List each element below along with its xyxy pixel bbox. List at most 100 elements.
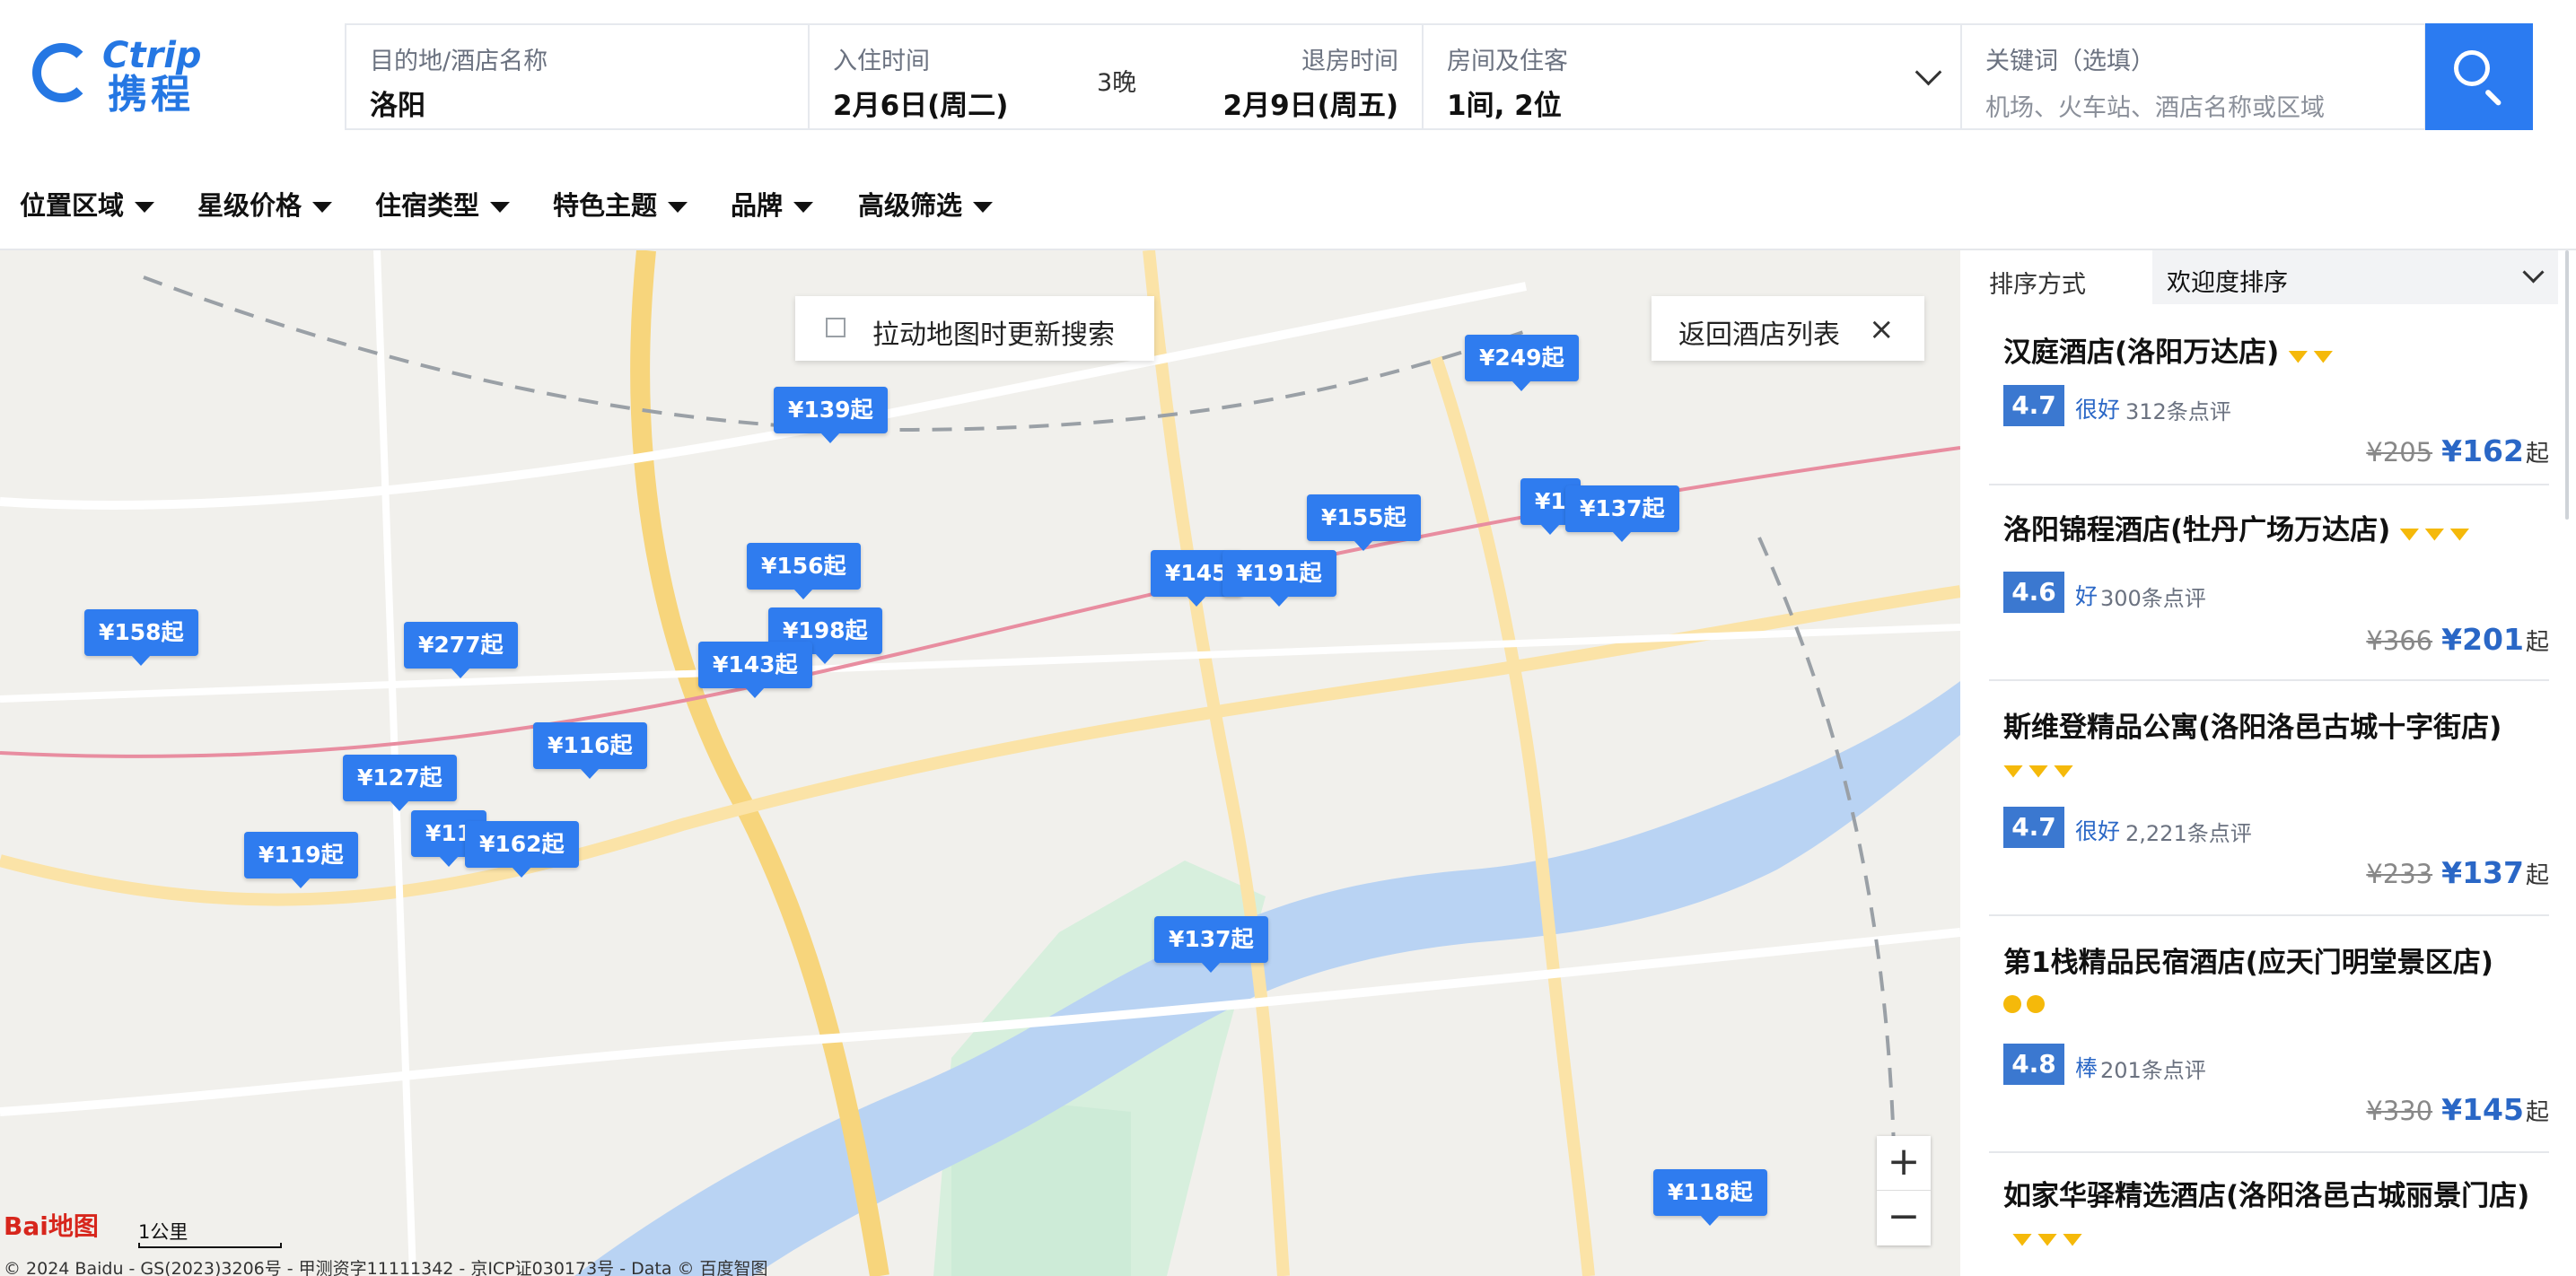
filter-lodging-type[interactable]: 住宿类型: [375, 185, 511, 223]
price-pin[interactable]: ¥139起: [774, 387, 888, 443]
rooms-guests-field[interactable]: 房间及住客 1间, 2位: [1424, 25, 1962, 128]
checkin-value[interactable]: 2月6日(周二): [833, 83, 1008, 123]
score-badge: 4.7: [2003, 385, 2064, 426]
price-pin[interactable]: ¥127起: [343, 755, 457, 811]
map-base: [0, 250, 1960, 1276]
filter-brand[interactable]: 品牌: [731, 185, 814, 223]
review-count[interactable]: 312条点评: [2125, 394, 2231, 425]
caret-down-icon: [793, 202, 814, 213]
caret-down-icon: [668, 202, 688, 213]
caret-down-icon: [135, 202, 155, 213]
price-block: ¥233 ¥137起: [2366, 855, 2549, 890]
top-bar: Ctrip 携程 目的地/酒店名称 洛阳 入住时间 2月6日(周二) 3晚 退房…: [0, 0, 2576, 158]
sort-select[interactable]: 欢迎度排序: [2152, 250, 2558, 304]
search-form: 目的地/酒店名称 洛阳 入住时间 2月6日(周二) 3晚 退房时间 2月9日(周…: [345, 23, 2426, 130]
grade-text: 棒: [2075, 1055, 2098, 1081]
score-badge: 4.7: [2003, 807, 2064, 848]
hotel-name[interactable]: 如家华驿精选酒店(洛阳洛邑古城丽景门店): [2003, 1176, 2542, 1257]
date-range-field[interactable]: 入住时间 2月6日(周二) 3晚 退房时间 2月9日(周五): [810, 25, 1424, 128]
destination-field[interactable]: 目的地/酒店名称 洛阳: [346, 25, 810, 128]
chevron-down-icon[interactable]: [1914, 58, 1942, 86]
price-pin[interactable]: ¥143起: [698, 642, 812, 698]
price-pin[interactable]: ¥155起: [1307, 494, 1421, 551]
destination-label: 目的地/酒店名称: [370, 48, 548, 75]
filter-star-price[interactable]: 星级价格: [197, 185, 333, 223]
hotel-name[interactable]: 第1栈精品民宿酒店(应天门明堂景区店): [2003, 943, 2542, 1024]
zoom-control: + −: [1877, 1136, 1931, 1245]
price-pin[interactable]: ¥119起: [244, 832, 358, 888]
back-to-list-label: 返回酒店列表: [1678, 319, 1840, 351]
price-block: ¥330 ¥145起: [2366, 1092, 2549, 1127]
review-count[interactable]: 300条点评: [2100, 581, 2206, 612]
diamond-rating-icon: [2003, 749, 2079, 789]
close-icon[interactable]: ×: [1869, 314, 1895, 345]
price-pin[interactable]: ¥191起: [1222, 550, 1336, 607]
grade-text: 很好: [2075, 818, 2121, 844]
hotel-name[interactable]: 斯维登精品公寓(洛阳洛邑古城十字街店): [2003, 708, 2542, 789]
price-pin[interactable]: ¥249起: [1465, 335, 1579, 391]
diamond-rating-icon: [2399, 512, 2475, 552]
caret-down-icon: [973, 202, 994, 213]
filter-location[interactable]: 位置区域: [20, 185, 155, 223]
grade-text: 好: [2075, 583, 2098, 609]
price-pin[interactable]: ¥277起: [404, 622, 518, 678]
zoom-in-button[interactable]: +: [1877, 1136, 1931, 1191]
keyword-field[interactable]: 关键词（选填） 机场、火车站、酒店名称或区域: [1962, 25, 2426, 128]
filter-advanced[interactable]: 高级筛选: [858, 185, 994, 223]
caret-down-icon: [490, 202, 511, 213]
logo-cn: 携程: [108, 72, 194, 118]
dot-rating-icon: [2003, 984, 2050, 1024]
price-pin[interactable]: ¥158起: [84, 609, 198, 666]
search-icon: [2454, 50, 2490, 86]
diamond-rating-icon: [2012, 1218, 2088, 1257]
hotel-card[interactable]: 如家华驿精选酒店(洛阳洛邑古城丽景门店): [1989, 1153, 2549, 1276]
score-badge: 4.8: [2003, 1044, 2064, 1085]
rooms-label: 房间及住客: [1447, 48, 1568, 75]
hotel-list-panel: 排序方式 欢迎度排序 汉庭酒店(洛阳万达店) 4.7 很好 312条点评 ¥20…: [1960, 250, 2576, 1276]
filter-theme[interactable]: 特色主题: [553, 185, 688, 223]
sort-value: 欢迎度排序: [2167, 269, 2288, 297]
logo-en: Ctrip: [102, 35, 202, 76]
current-price: ¥162: [2441, 433, 2524, 468]
toggle-label: 拉动地图时更新搜索: [872, 319, 1115, 351]
score-badge: 4.6: [2003, 572, 2064, 613]
checkbox[interactable]: [826, 318, 846, 337]
ctrip-logo[interactable]: Ctrip 携程: [32, 36, 221, 117]
review-count[interactable]: 201条点评: [2100, 1053, 2206, 1084]
hotel-name[interactable]: 汉庭酒店(洛阳万达店): [2003, 333, 2542, 374]
update-on-drag-toggle[interactable]: 拉动地图时更新搜索: [795, 296, 1154, 361]
search-button[interactable]: [2425, 23, 2533, 130]
hotel-card[interactable]: 斯维登精品公寓(洛阳洛邑古城十字街店) 4.7 很好 2,221条点评 ¥233…: [1989, 681, 2549, 916]
checkin-label: 入住时间: [833, 48, 930, 75]
keyword-input[interactable]: 机场、火车站、酒店名称或区域: [1985, 88, 2325, 123]
price-pin[interactable]: ¥162起: [465, 821, 579, 878]
checkout-label: 退房时间: [1301, 48, 1398, 75]
review-count[interactable]: 2,221条点评: [2125, 816, 2252, 847]
sort-label: 排序方式: [1989, 271, 2086, 299]
caret-down-icon: [312, 202, 333, 213]
back-to-list-button[interactable]: 返回酒店列表 ×: [1652, 296, 1924, 361]
price-pin[interactable]: ¥137起: [1154, 916, 1268, 973]
price-pin[interactable]: ¥137起: [1565, 485, 1679, 542]
price-pin[interactable]: ¥156起: [747, 543, 861, 599]
hotel-card[interactable]: 第1栈精品民宿酒店(应天门明堂景区店) 4.8 棒 201条点评 ¥330 ¥14…: [1989, 916, 2549, 1153]
map-scale-bar: [138, 1243, 282, 1248]
list-scrollbar[interactable]: [2565, 250, 2569, 520]
grade-text: 很好: [2075, 397, 2121, 423]
price-pin[interactable]: ¥118起: [1653, 1169, 1767, 1226]
zoom-out-button[interactable]: −: [1877, 1191, 1931, 1245]
nights-count: 3晚: [1097, 69, 1137, 97]
map[interactable]: ¥139起 ¥249起 ¥155起 ¥1 ¥137起 ¥156起 ¥198起 ¥…: [0, 250, 1960, 1276]
hotel-card[interactable]: 汉庭酒店(洛阳万达店) 4.7 很好 312条点评 ¥205 ¥162起: [1989, 319, 2549, 485]
price-block: ¥205 ¥162起: [2366, 433, 2549, 468]
checkout-value[interactable]: 2月9日(周五): [1223, 83, 1398, 123]
hotel-card[interactable]: 洛阳锦程酒店(牡丹广场万达店) 4.6 好 300条点评 ¥366 ¥201起: [1989, 485, 2549, 681]
filter-bar: 位置区域 星级价格 住宿类型 特色主题 品牌 高级筛选: [0, 158, 2576, 250]
destination-value[interactable]: 洛阳: [370, 83, 425, 123]
logo-mark-icon: [32, 43, 92, 102]
price-block: ¥366 ¥201起: [2366, 622, 2549, 657]
hotel-name[interactable]: 洛阳锦程酒店(牡丹广场万达店): [2003, 511, 2542, 552]
price-pin[interactable]: ¥116起: [533, 722, 647, 779]
original-price: ¥205: [2366, 437, 2433, 468]
rooms-value: 1间, 2位: [1447, 90, 1562, 122]
